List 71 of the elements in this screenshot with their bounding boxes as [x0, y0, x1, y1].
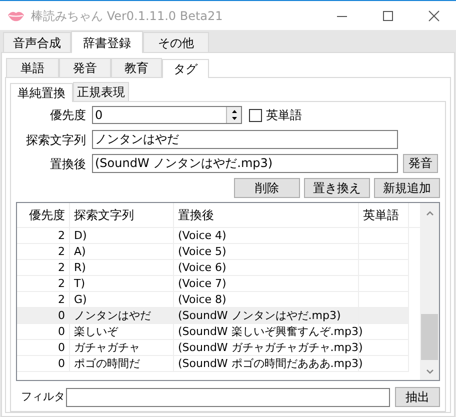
table-cell: 0: [58, 341, 65, 354]
dictionary-tab[interactable]: 単語: [6, 58, 59, 77]
lips-icon: [7, 10, 25, 22]
filter-field[interactable]: [66, 388, 390, 406]
table-cell: 2: [58, 245, 65, 258]
column-header[interactable]: 置換後: [174, 203, 359, 227]
table-row[interactable]: 2 A) (Voice 5): [17, 244, 409, 260]
tag-tab[interactable]: 単純置換: [10, 83, 73, 102]
table-cell: ガチャガチャ: [74, 341, 140, 354]
scrollbar-thumb[interactable]: [421, 314, 438, 360]
maximize-icon[interactable]: [382, 10, 394, 22]
column-header[interactable]: 探索文字列: [70, 203, 174, 227]
table-cell: (Voice 5): [178, 245, 226, 258]
table-cell: (SoundW ポゴの時間だあああ.mp3): [178, 357, 363, 370]
table-cell: (Voice 8): [178, 293, 226, 306]
pronounce-button[interactable]: 発音: [403, 154, 438, 173]
extract-button[interactable]: 抽出: [395, 387, 440, 407]
priority-spinner[interactable]: 0: [92, 106, 242, 124]
column-header[interactable]: 優先度: [17, 203, 70, 227]
field-label: 優先度: [49, 107, 87, 124]
table-cell: 2: [58, 229, 65, 242]
scroll-up-icon[interactable]: [426, 210, 434, 216]
close-icon[interactable]: [428, 10, 440, 22]
main-tab[interactable]: 辞書登録: [71, 31, 143, 53]
delete-button[interactable]: 削除: [234, 178, 300, 198]
table-row[interactable]: 0 ポゴの時間だ (SoundW ポゴの時間だあああ.mp3): [17, 356, 409, 372]
table-cell: G): [74, 293, 87, 306]
checkbox-label: 英単語: [266, 107, 302, 124]
table-cell: ノンタンはやだ: [74, 309, 151, 322]
table-cell: (Voice 6): [178, 261, 226, 274]
table-cell: (Voice 4): [178, 229, 226, 242]
add-button[interactable]: 新規追加: [374, 178, 440, 198]
dictionary-tab[interactable]: 発音: [59, 58, 111, 77]
table-cell: (SoundW ガチャガチャガチャ.mp3): [178, 341, 363, 354]
table-cell: 楽しいぞ: [74, 325, 118, 338]
table-cell: 2: [58, 261, 65, 274]
main-tab[interactable]: 音声合成: [3, 32, 71, 52]
table-cell: ポゴの時間だ: [74, 357, 140, 370]
table-cell: (SoundW ノンタンはやだ.mp3): [178, 309, 341, 322]
filter-label: フィルタ: [21, 388, 66, 405]
scroll-down-icon[interactable]: [426, 369, 434, 375]
table-row[interactable]: 2 D) (Voice 4): [17, 228, 409, 244]
main-tab[interactable]: その他: [143, 32, 209, 52]
table-row[interactable]: 0 ガチャガチャ (SoundW ガチャガチャガチャ.mp3): [17, 340, 409, 356]
table-cell: T): [74, 277, 86, 290]
scrollbar[interactable]: [420, 203, 439, 380]
english-word-checkbox[interactable]: [249, 108, 262, 122]
replace-button[interactable]: 置き換え: [304, 178, 370, 198]
table-cell: (Voice 7): [178, 277, 226, 290]
search-text-field[interactable]: ノンタンはやだ: [92, 130, 398, 149]
column-header[interactable]: 英単語: [359, 203, 409, 227]
table-cell: 0: [58, 309, 65, 322]
field-label: 探索文字列: [25, 132, 87, 148]
tag-tab[interactable]: 正規表現: [73, 82, 129, 101]
table-cell: 2: [58, 277, 65, 290]
table-row[interactable]: 0 楽しいぞ (SoundW 楽しいぞ興奮すんぞ.mp3): [17, 324, 409, 340]
table-cell: R): [74, 261, 86, 274]
window-title: 棒読みちゃん Ver0.1.11.0 Beta21: [31, 8, 223, 24]
replacement-field[interactable]: (SoundW ノンタンはやだ.mp3): [92, 154, 398, 173]
field-label: 置換後: [49, 156, 87, 172]
table-cell: 0: [58, 357, 65, 370]
dictionary-tab[interactable]: タグ: [162, 59, 209, 78]
table-row[interactable]: 2 R) (Voice 6): [17, 260, 409, 276]
table-row[interactable]: 0 ノンタンはやだ (SoundW ノンタンはやだ.mp3): [17, 308, 409, 324]
table-cell: D): [74, 229, 87, 242]
table-cell: (SoundW 楽しいぞ興奮すんぞ.mp3): [178, 325, 363, 338]
table-cell: A): [74, 245, 86, 258]
table-row[interactable]: 2 T) (Voice 7): [17, 276, 409, 292]
table-cell: 2: [58, 293, 65, 306]
dictionary-tab[interactable]: 教育: [111, 58, 162, 77]
table-cell: 0: [58, 325, 65, 338]
